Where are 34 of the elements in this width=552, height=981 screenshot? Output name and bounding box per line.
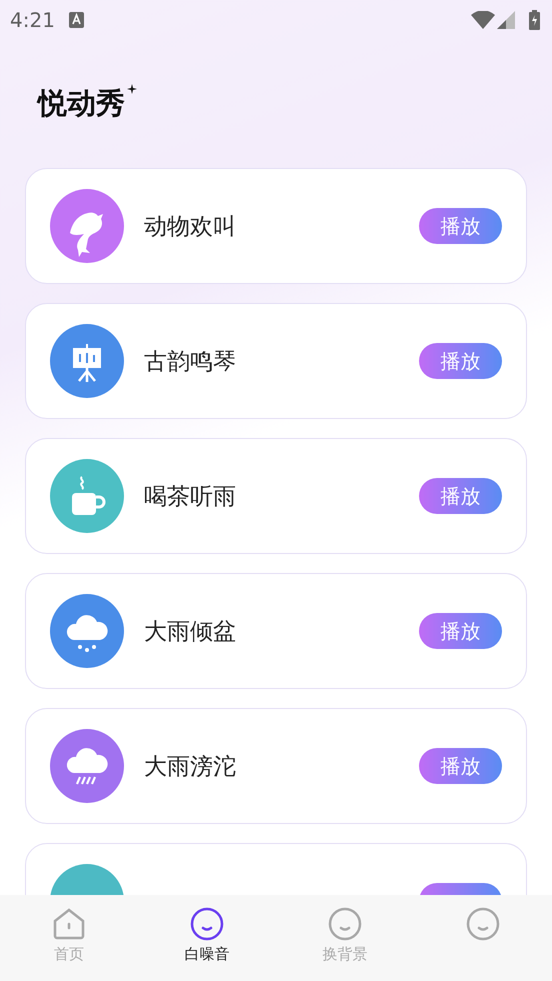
- play-button[interactable]: 播放: [419, 343, 502, 379]
- sound-icon: [50, 459, 124, 533]
- play-button[interactable]: 播放: [419, 748, 502, 784]
- sound-icon: [50, 189, 124, 263]
- sound-card[interactable]: 古韵鸣琴 播放: [25, 303, 527, 419]
- sound-name: 大雨倾盆: [144, 618, 237, 646]
- keyboard-icon: [68, 12, 84, 28]
- play-button[interactable]: 播放: [419, 613, 502, 649]
- app-title: 悦动秀: [38, 85, 125, 122]
- battery-icon: [529, 10, 540, 30]
- nav-tab[interactable]: 白噪音: [138, 895, 276, 981]
- home-icon: [52, 907, 86, 941]
- sound-icon: [50, 594, 124, 668]
- play-button[interactable]: 播放: [419, 478, 502, 514]
- smile-icon: [190, 907, 224, 941]
- sound-card[interactable]: 动物欢叫 播放: [25, 168, 527, 284]
- smile-icon: [328, 907, 362, 941]
- sound-icon: [50, 324, 124, 398]
- sound-name: 喝茶听雨: [144, 482, 237, 512]
- sound-name: 古韵鸣琴: [144, 348, 237, 376]
- nav-tab[interactable]: 首页: [0, 895, 138, 981]
- signal-icon: [497, 11, 515, 29]
- wifi-icon: [471, 11, 495, 29]
- sound-icon: [50, 729, 124, 803]
- sound-name: 动物欢叫: [144, 212, 237, 242]
- play-button[interactable]: 播放: [419, 208, 502, 244]
- clock: 4:21: [10, 8, 55, 32]
- smile-icon: [466, 907, 500, 941]
- sound-card[interactable]: 大雨滂沱 播放: [25, 708, 527, 824]
- nav-tab[interactable]: 换背景: [276, 895, 414, 981]
- sound-card[interactable]: 大雨倾盆 播放: [25, 573, 527, 689]
- sparkle-icon: [127, 84, 137, 94]
- sound-name: 大雨滂沱: [144, 752, 237, 782]
- sound-card[interactable]: 喝茶听雨 播放: [25, 438, 527, 554]
